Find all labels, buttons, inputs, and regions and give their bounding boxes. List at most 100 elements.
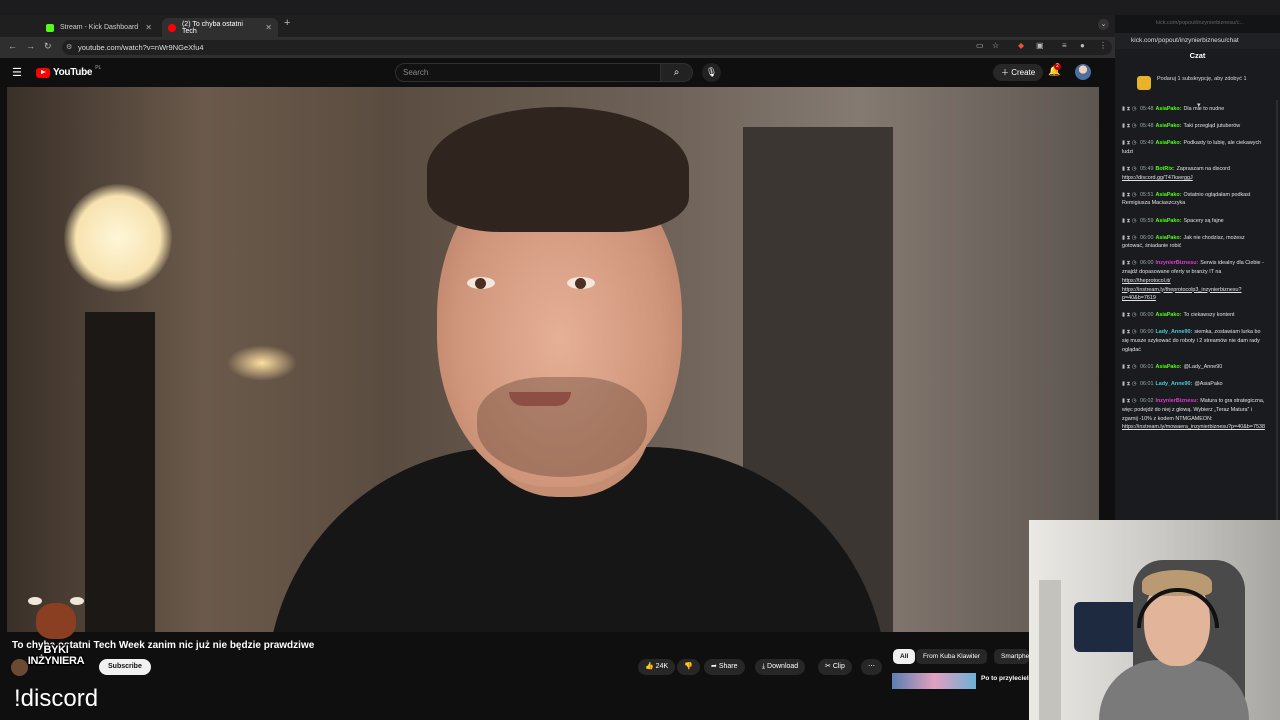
mod-action-icons[interactable]: ▮ ⧗ ◷ [1122, 398, 1138, 404]
close-icon[interactable]: ✕ [265, 23, 272, 32]
chat-username[interactable]: InzynierBiznesu: [1155, 260, 1198, 266]
chat-username[interactable]: Lady_Anne90: [1155, 381, 1192, 387]
media-control-icon[interactable]: ≡ [1062, 41, 1067, 50]
tab-youtube-video[interactable]: (2) To chyba ostatni Tech ✕ [162, 18, 278, 37]
dislike-button[interactable]: 👎 [677, 659, 700, 675]
mod-action-icons[interactable]: ▮ ⧗ ◷ [1122, 312, 1138, 318]
tab-kick-dashboard[interactable]: Stream - Kick Dashboard ✕ [40, 18, 158, 37]
presenter-eye [467, 277, 495, 289]
back-icon[interactable]: ← [8, 41, 17, 51]
url-text: youtube.com/watch?v=nWr9NGeXfu4 [78, 43, 204, 52]
mod-action-icons[interactable]: ▮ ⧗ ◷ [1122, 166, 1138, 172]
chat-message: ▮ ⧗ ◷ 05:49 AsiaPako: Podkasty to lubię, a… [1122, 139, 1266, 156]
chat-username[interactable]: AsiaPako: [1155, 140, 1181, 146]
mod-action-icons[interactable]: ▮ ⧗ ◷ [1122, 381, 1138, 387]
mod-action-icons[interactable]: ▮ ⧗ ◷ [1122, 364, 1138, 370]
extension-icon[interactable]: ◆ [1018, 41, 1024, 50]
chip-all[interactable]: All [893, 649, 916, 664]
bookmark-star-icon[interactable]: ☆ [992, 41, 999, 50]
more-actions-button[interactable]: ⋯ [861, 659, 882, 675]
chat-timestamp: 06:00 [1139, 312, 1154, 319]
gift-sub-promo[interactable]: Podaruj 1 subskrypcję, aby zdobyć 1 [1121, 73, 1274, 95]
presenter-hair [427, 107, 689, 232]
chat-link[interactable]: https://discord.gg/T47kserggJ [1122, 175, 1193, 181]
mod-action-icons[interactable]: ▮ ⧗ ◷ [1122, 260, 1138, 266]
mod-action-icons[interactable]: ▮ ⧗ ◷ [1122, 192, 1138, 198]
chat-username[interactable]: AsiaPako: [1155, 123, 1181, 129]
chat-address-bar[interactable]: kick.com/popout/inzynierbiznesu/chat [1115, 33, 1280, 49]
mod-action-icons[interactable]: ▮ ⧗ ◷ [1122, 329, 1138, 335]
site-info-icon[interactable]: ⚙ [66, 40, 72, 55]
chat-message: ▮ ⧗ ◷ 06:01 AsiaPako: @Lady_Anne90 [1122, 363, 1266, 372]
chat-text: To ciekawszy kontent [1183, 312, 1235, 319]
bull-horn [28, 597, 42, 605]
chat-timestamp: 05:48 [1139, 106, 1154, 112]
like-button[interactable]: 👍 24K [638, 659, 676, 675]
youtube-wordmark: YouTube [53, 67, 93, 78]
download-label: Download [767, 663, 799, 670]
background-doorway [85, 312, 155, 632]
profile-icon[interactable]: ● [1080, 41, 1085, 50]
reload-icon[interactable]: ↻ [44, 41, 52, 52]
bull-head [36, 603, 76, 639]
chat-username[interactable]: AsiaPako: [1155, 364, 1181, 370]
chat-username[interactable]: Lady_Anne90: [1155, 329, 1192, 335]
menu-icon[interactable]: ☰ [12, 66, 22, 79]
chat-username[interactable]: AsiaPako: [1155, 106, 1181, 112]
address-bar[interactable]: ⚙ youtube.com/watch?v=nWr9NGeXfu4 [62, 40, 1112, 55]
tab-search-icon[interactable]: ⌄ [1098, 19, 1109, 30]
chat-username[interactable]: AsiaPako: [1155, 235, 1181, 241]
chat-text: Taki przegląd jutuberów [1183, 123, 1241, 130]
chip-smartphones[interactable]: Smartphe [994, 649, 1029, 664]
create-button[interactable]: ＋ Create [993, 64, 1044, 81]
chat-message: ▮ ⧗ ◷ 06:02 InzynierBiznesu: Matura to gra… [1122, 397, 1266, 432]
download-button[interactable]: ⤓ Download [755, 659, 806, 675]
browser-tab-strip: Stream - Kick Dashboard ✕ (2) To chyba o… [0, 15, 1115, 37]
clip-button[interactable]: ✂ Clip [818, 659, 852, 675]
search-input[interactable]: Search [395, 63, 661, 82]
mod-action-icons[interactable]: ▮ ⧗ ◷ [1122, 218, 1138, 224]
chat-link[interactable]: https://instream.ly/mowaera_inzynierbizn… [1122, 424, 1265, 430]
chat-message: ▮ ⧗ ◷ 06:00 AsiaPako: To ciekawszy kontent [1122, 311, 1266, 320]
chat-link[interactable]: https://theprotocol.it/ https://instream… [1122, 278, 1242, 301]
chat-message: ▮ ⧗ ◷ 05:59 AsiaPako: Spacery są fajne [1122, 217, 1266, 226]
chat-text: Zapraszam na discord [1176, 165, 1230, 172]
account-avatar[interactable] [1075, 64, 1091, 80]
chat-username[interactable]: InzynierBiznesu: [1155, 398, 1198, 404]
chat-scrollbar[interactable] [1276, 100, 1278, 520]
mod-action-icons[interactable]: ▮ ⧗ ◷ [1122, 140, 1138, 146]
mod-action-icons[interactable]: ▮ ⧗ ◷ [1122, 123, 1138, 129]
chat-username[interactable]: AsiaPako: [1155, 192, 1181, 198]
chip-from-channel[interactable]: From Kuba Klawiter [916, 649, 988, 664]
promo-text: Podaruj 1 subskrypcję, aby zdobyć 1 [1157, 76, 1247, 82]
chat-text: Spacery są fajne [1183, 217, 1224, 224]
mod-action-icons[interactable]: ▮ ⧗ ◷ [1122, 106, 1138, 112]
cast-icon[interactable]: ▭ [976, 41, 984, 50]
window-title: kick.com/popout/inzynierbiznesu/c... [1156, 20, 1245, 26]
chat-username[interactable]: AsiaPako: [1155, 312, 1181, 318]
search-icon[interactable]: ⌕ [661, 63, 693, 82]
microphone-icon[interactable]: 🎙 [702, 63, 721, 82]
presenter-eye [567, 277, 595, 289]
thumbs-up-icon: 👍 [645, 663, 656, 670]
pendant-lamp [64, 184, 172, 292]
forward-icon[interactable]: → [26, 41, 35, 51]
browser-menu-icon[interactable]: ⋮ [1099, 41, 1107, 50]
share-button[interactable]: ➦ Share [704, 659, 745, 675]
close-icon[interactable]: ✕ [145, 23, 152, 32]
recommended-video-title[interactable]: Po to przylecieli [981, 675, 1031, 682]
recommended-video-thumbnail[interactable] [892, 673, 976, 689]
chat-message: ▮ ⧗ ◷ 05:51 AsiaPako: Ostatnio oglądałam p… [1122, 191, 1266, 208]
chat-text: Dla mie to nudne [1183, 106, 1225, 112]
mod-action-icons[interactable]: ▮ ⧗ ◷ [1122, 235, 1138, 241]
new-tab-button[interactable]: + [284, 17, 290, 29]
youtube-logo[interactable]: YouTube PL [36, 65, 101, 78]
chat-timestamp: 05:49 [1139, 165, 1154, 172]
chat-message: ▮ ⧗ ◷ 06:00 Lady_Anne90: siemka, zostawiam… [1122, 328, 1266, 354]
video-player[interactable] [7, 87, 1099, 632]
chat-username[interactable]: AsiaPako: [1155, 218, 1181, 224]
plus-icon: ＋ [1001, 68, 1012, 77]
chat-username[interactable]: BotRix: [1155, 166, 1174, 172]
extensions-icon[interactable]: ▣ [1036, 41, 1044, 50]
subscribe-button[interactable]: Subscribe [99, 659, 151, 675]
